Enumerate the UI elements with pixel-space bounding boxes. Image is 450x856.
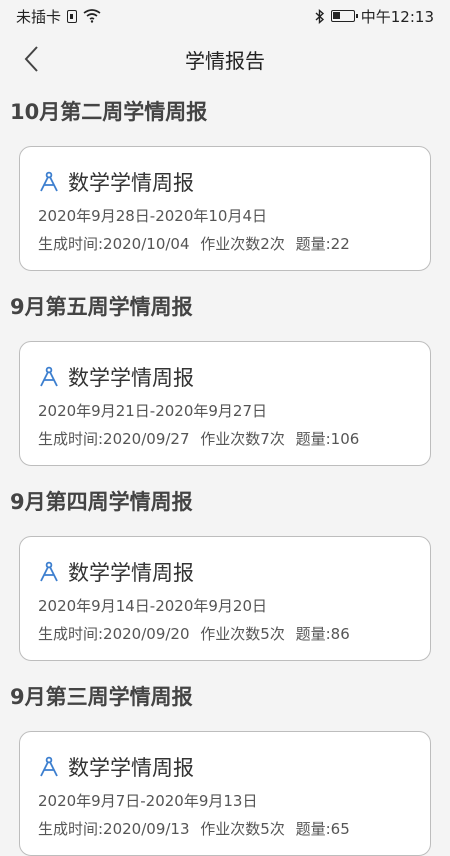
report-meta: 生成时间:2020/09/20 作业次数5次 题量:86: [38, 623, 412, 645]
report-meta: 生成时间:2020/09/13 作业次数5次 题量:65: [38, 818, 412, 840]
card-header: 数学学情周报: [38, 557, 412, 587]
clock-text: 中午12:13: [360, 7, 434, 26]
card-header: 数学学情周报: [38, 752, 412, 782]
report-date-range: 2020年9月7日-2020年9月13日: [38, 792, 258, 810]
compass-icon: [38, 366, 60, 388]
report-section: 9月第四周学情周报 数学学情周报 2020年9月14日-2020年9月20日 生…: [0, 476, 450, 661]
report-section: 10月第二周学情周报 数学学情周报 2020年9月28日-2020年10月4日 …: [0, 86, 450, 271]
report-card[interactable]: 数学学情周报 2020年9月21日-2020年9月27日 生成时间:2020/0…: [19, 341, 431, 466]
chevron-left-icon: [24, 46, 38, 72]
report-homework-count: 作业次数7次: [200, 430, 285, 448]
report-homework-count: 作业次数5次: [200, 820, 285, 838]
report-card[interactable]: 数学学情周报 2020年9月28日-2020年10月4日 生成时间:2020/1…: [19, 146, 431, 271]
report-section: 9月第五周学情周报 数学学情周报 2020年9月21日-2020年9月27日 生…: [0, 281, 450, 466]
report-generated-time: 生成时间:2020/09/13: [38, 820, 190, 838]
report-homework-count: 作业次数5次: [200, 625, 285, 643]
report-list: 10月第二周学情周报 数学学情周报 2020年9月28日-2020年10月4日 …: [0, 86, 450, 856]
battery-icon: [330, 10, 358, 22]
nav-bar: 学情报告: [0, 32, 450, 86]
status-right: 中午12:13: [315, 6, 434, 27]
week-title: 9月第三周学情周报: [10, 685, 193, 709]
bluetooth-icon: [315, 8, 324, 24]
report-meta: 生成时间:2020/09/27 作业次数7次 题量:106: [38, 428, 412, 450]
week-title: 9月第四周学情周报: [10, 490, 193, 514]
week-title: 10月第二周学情周报: [10, 100, 208, 124]
status-bar: 未插卡 中午12:13: [0, 0, 450, 32]
page-title: 学情报告: [185, 48, 265, 73]
compass-icon: [38, 561, 60, 583]
report-generated-time: 生成时间:2020/09/20: [38, 625, 190, 643]
card-header: 数学学情周报: [38, 167, 412, 197]
report-question-count: 题量:86: [295, 625, 350, 643]
carrier-text: 未插卡: [16, 7, 62, 26]
report-subject: 数学学情周报: [68, 366, 194, 390]
report-card[interactable]: 数学学情周报 2020年9月7日-2020年9月13日 生成时间:2020/09…: [19, 731, 431, 856]
report-generated-time: 生成时间:2020/09/27: [38, 430, 190, 448]
sim-card-icon: [67, 9, 78, 23]
compass-icon: [38, 171, 60, 193]
report-subject: 数学学情周报: [68, 561, 194, 585]
week-title: 9月第五周学情周报: [10, 295, 193, 319]
report-subject: 数学学情周报: [68, 171, 194, 195]
status-left: 未插卡: [16, 6, 101, 27]
wifi-icon: [83, 9, 101, 23]
card-header: 数学学情周报: [38, 362, 412, 392]
report-subject: 数学学情周报: [68, 756, 194, 780]
back-button[interactable]: [14, 42, 48, 76]
report-question-count: 题量:106: [295, 430, 360, 448]
report-question-count: 题量:22: [295, 235, 350, 253]
compass-icon: [38, 756, 60, 778]
report-date-range: 2020年9月14日-2020年9月20日: [38, 597, 268, 615]
report-homework-count: 作业次数2次: [200, 235, 285, 253]
report-date-range: 2020年9月21日-2020年9月27日: [38, 402, 268, 420]
report-generated-time: 生成时间:2020/10/04: [38, 235, 190, 253]
report-question-count: 题量:65: [295, 820, 350, 838]
report-meta: 生成时间:2020/10/04 作业次数2次 题量:22: [38, 233, 412, 255]
report-date-range: 2020年9月28日-2020年10月4日: [38, 207, 268, 225]
report-section: 9月第三周学情周报 数学学情周报 2020年9月7日-2020年9月13日 生成…: [0, 671, 450, 856]
report-card[interactable]: 数学学情周报 2020年9月14日-2020年9月20日 生成时间:2020/0…: [19, 536, 431, 661]
